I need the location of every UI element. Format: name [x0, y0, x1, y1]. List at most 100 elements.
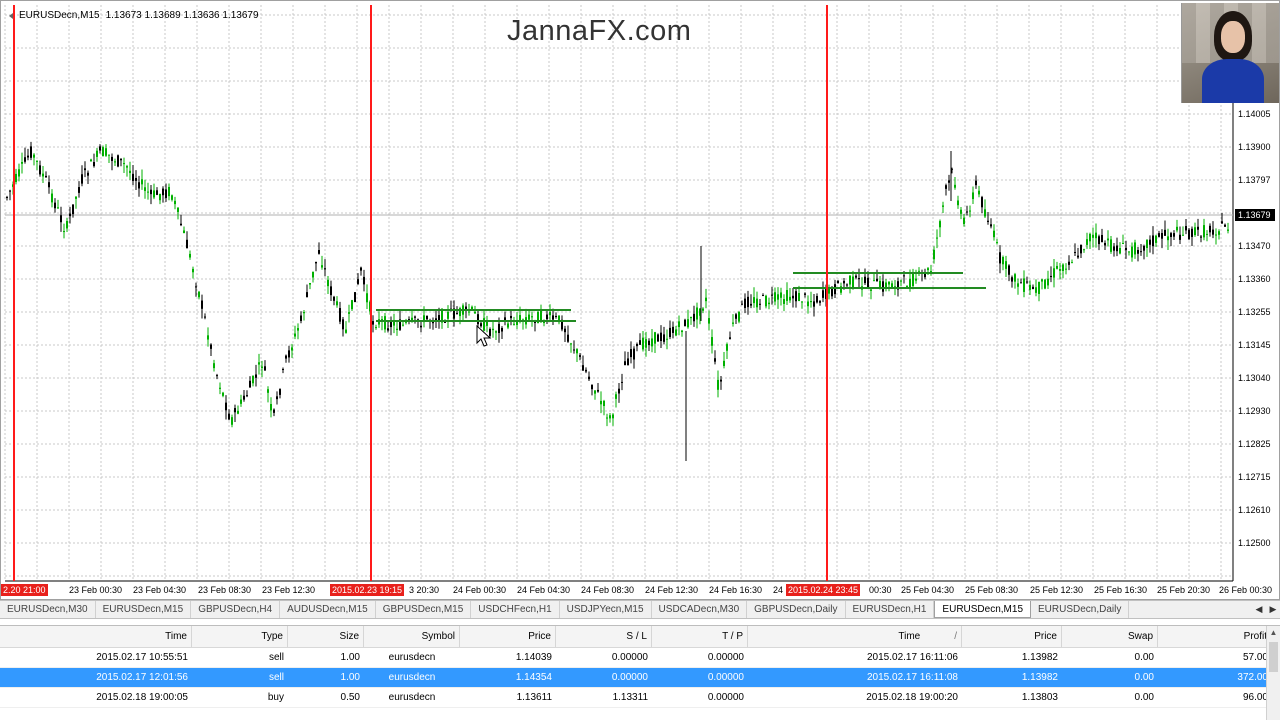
- candle-body: [312, 271, 314, 278]
- candle-body: [303, 312, 305, 314]
- time-axis-label: 24 Feb 16:30: [709, 585, 763, 595]
- chart-canvas[interactable]: [1, 1, 1280, 601]
- column-header-tp[interactable]: T / P: [652, 626, 748, 647]
- chart-tab[interactable]: EURUSDecn,M15: [96, 601, 192, 618]
- price-axis-label: 1.14005: [1238, 109, 1271, 119]
- candle-body: [420, 325, 422, 328]
- price-chart[interactable]: EURUSDecn,M15 1.13673 1.13689 1.13636 1.…: [0, 0, 1280, 600]
- candle-body: [33, 154, 35, 158]
- table-row[interactable]: 2015.02.17 10:55:51 sell 1.00 eurusdecn 1.14…: [0, 648, 1280, 668]
- column-header-close-time[interactable]: Time /: [748, 626, 962, 647]
- chevron-right-icon[interactable]: ▶: [1266, 601, 1280, 618]
- candle-body: [984, 209, 986, 217]
- candle-body: [177, 207, 179, 212]
- candle-body: [1173, 233, 1175, 237]
- candle-body: [183, 230, 185, 234]
- candle-body: [528, 314, 530, 320]
- candle-body: [798, 293, 800, 302]
- column-header-close-price[interactable]: Price: [962, 626, 1062, 647]
- candle-body: [1095, 232, 1097, 239]
- candle-body: [24, 157, 26, 162]
- candle-body: [726, 344, 728, 351]
- candle-body: [615, 394, 617, 399]
- candle-body: [18, 169, 20, 177]
- candle-body: [174, 200, 176, 205]
- time-axis-label: 26 Feb 00:30: [1219, 585, 1273, 595]
- candle-body: [495, 331, 497, 333]
- chart-tab[interactable]: USDCADecn,M30: [652, 601, 748, 618]
- trading-terminal-window: EURUSDecn,M15 1.13673 1.13689 1.13636 1.…: [0, 0, 1280, 720]
- candle-body: [108, 154, 110, 156]
- candle-body: [444, 322, 446, 324]
- candle-body: [333, 296, 335, 301]
- column-header-size[interactable]: Size: [288, 626, 364, 647]
- candle-body: [1164, 229, 1166, 236]
- candle-body: [684, 319, 686, 326]
- table-scrollbar[interactable]: ▲: [1266, 626, 1280, 720]
- candle-body: [1029, 284, 1031, 290]
- candle-body: [1104, 242, 1106, 246]
- chart-tab[interactable]: GBPUSDecn,Daily: [747, 601, 846, 618]
- candle-body: [1092, 234, 1094, 238]
- candle-body: [600, 400, 602, 405]
- candle-body: [915, 278, 917, 281]
- candle-body: [1161, 232, 1163, 239]
- candle-body: [1158, 233, 1160, 237]
- candle-body: [750, 303, 752, 306]
- column-header-type[interactable]: Type: [192, 626, 288, 647]
- candle-body: [582, 365, 584, 371]
- column-header-sl[interactable]: S / L: [556, 626, 652, 647]
- candle-body: [771, 294, 773, 296]
- candle-body: [93, 162, 95, 167]
- candle-body: [132, 173, 134, 181]
- scroll-thumb[interactable]: [1269, 642, 1278, 672]
- candle-body: [546, 314, 548, 320]
- candle-body: [48, 182, 50, 188]
- candle-body: [231, 417, 233, 425]
- chart-tab[interactable]: EURUSDecn,H1: [846, 601, 935, 618]
- cell-close-time: 2015.02.17 16:11:08: [866, 672, 958, 683]
- table-row[interactable]: 2015.02.18 19:00:05 buy 0.50 eurusdecn 1.136…: [0, 688, 1280, 708]
- close-time-header-label: Time: [898, 631, 921, 642]
- candle-body: [273, 409, 275, 413]
- candle-body: [744, 298, 746, 308]
- chart-tab[interactable]: USDJPYecn,M15: [560, 601, 652, 618]
- candle-body: [972, 192, 974, 200]
- cell-symbol: eurusdecn: [388, 692, 436, 703]
- candle-body: [606, 417, 608, 419]
- candle-body: [15, 173, 17, 183]
- candle-body: [285, 355, 287, 359]
- candle-body: [363, 276, 365, 285]
- cell-sl: 0.00000: [611, 672, 648, 683]
- column-header-price[interactable]: Price: [460, 626, 556, 647]
- chart-symbol-header: EURUSDecn,M15 1.13673 1.13689 1.13636 1.…: [7, 10, 259, 21]
- chart-tab[interactable]: EURUSDecn,M30: [0, 601, 96, 618]
- candle-body: [186, 239, 188, 249]
- vertical-line-time-marker: 2015.02.24 23:45: [786, 584, 861, 596]
- triangle-icon: [7, 13, 13, 19]
- candle-body: [123, 163, 125, 165]
- candle-body: [1032, 286, 1034, 290]
- candle-body: [906, 285, 908, 287]
- chart-tab[interactable]: USDCHFecn,H1: [471, 601, 560, 618]
- cell-symbol: eurusdecn: [388, 672, 436, 683]
- chart-tab[interactable]: GBPUSDecn,H4: [191, 601, 281, 618]
- column-header-open-time[interactable]: Time: [0, 626, 192, 647]
- chevron-left-icon[interactable]: ◀: [1252, 601, 1266, 618]
- chart-tab[interactable]: EURUSDecn,Daily: [1031, 601, 1130, 618]
- table-row[interactable]: 2015.02.17 12:01:56 sell 1.00 eurusdecn 1.14…: [0, 668, 1280, 688]
- candle-body: [1011, 277, 1013, 282]
- candle-body: [900, 280, 902, 282]
- scroll-up-icon[interactable]: ▲: [1267, 626, 1280, 640]
- candle-body: [129, 170, 131, 174]
- candle-body: [879, 280, 881, 287]
- chart-tab[interactable]: AUDUSDecn,M15: [280, 601, 376, 618]
- candle-body: [468, 311, 470, 313]
- candle-body: [1212, 229, 1214, 235]
- chart-tab[interactable]: GBPUSDecn,M15: [376, 601, 472, 618]
- candle-body: [597, 389, 599, 392]
- chart-tab[interactable]: EURUSDecn,M15: [934, 601, 1032, 618]
- column-header-symbol[interactable]: Symbol: [364, 626, 460, 647]
- column-header-profit[interactable]: Profit: [1158, 626, 1272, 647]
- column-header-swap[interactable]: Swap: [1062, 626, 1158, 647]
